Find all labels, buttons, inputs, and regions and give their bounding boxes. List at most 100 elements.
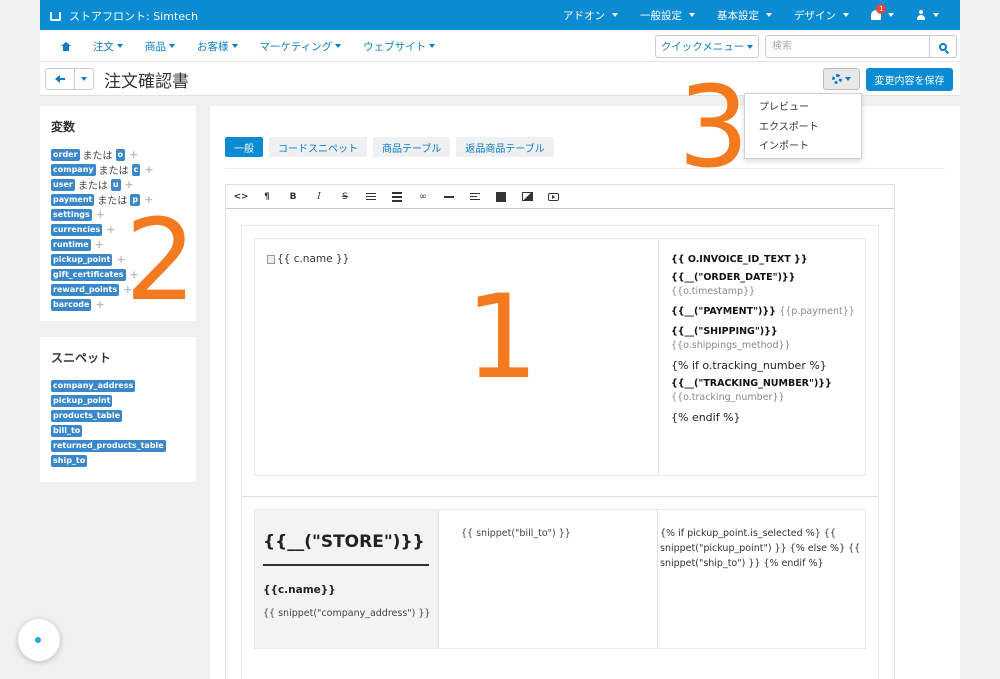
code-view-button[interactable]: <> [228,185,254,209]
top-menu-general-settings[interactable]: 一般設定 [629,8,706,23]
tab-products-table[interactable]: 商品テーブル [373,137,451,157]
nav-products[interactable]: 商品 [134,39,186,54]
expand-plus-icon[interactable]: + [106,223,115,236]
payment-row: {{__("PAYMENT")}} {{p.payment}} [671,305,861,319]
quick-menu-button[interactable]: クイックメニュー [655,35,759,58]
snippet-tag[interactable]: ship_to [51,454,88,467]
horizontal-rule-button[interactable] [436,185,462,209]
nav-marketing[interactable]: マーケティング [249,39,353,54]
invoice-id: {{ O.INVOICE_ID_TEXT }} [671,254,808,265]
back-dropdown-button[interactable] [74,68,94,90]
tab-returned-products-table[interactable]: 返品商品テーブル [456,137,554,157]
nav-label: マーケティング [259,40,333,53]
nav-orders[interactable]: 注文 [82,39,134,54]
chevron-down-icon [612,13,618,17]
chat-widget-button[interactable] [18,619,60,661]
variable-short-tag[interactable]: u [110,178,121,191]
nav-website[interactable]: ウェブサイト [352,39,446,54]
tab-code-snippets[interactable]: コードスニペット [269,137,367,157]
user-menu-button[interactable] [905,10,950,20]
arrow-left-icon [55,75,65,83]
ship-to-snippet: {% if pickup_point.is_selected %} {{ sni… [660,528,861,569]
link-icon: ∞ [419,191,427,202]
variable-tag[interactable]: user [51,178,75,191]
top-menu-basic-settings[interactable]: 基本設定 [706,8,783,23]
snippet-row: bill_to [51,423,196,438]
document-canvas[interactable]: {{ c.name }} {{ O.INVOICE_ID_TEXT }} {{_… [241,225,879,679]
expand-plus-icon[interactable]: + [144,163,153,176]
snippet-tag[interactable]: returned_products_table [51,439,166,452]
variable-tag[interactable]: pickup_point [51,253,113,266]
quick-menu-label: クイックメニュー [660,41,745,53]
back-button[interactable] [45,68,75,90]
snippet-tag[interactable]: pickup_point [51,394,113,407]
variable-or-text: または [98,166,129,177]
variable-tag[interactable]: gift_certificates [51,268,126,281]
strikethrough-button[interactable]: S [332,185,358,209]
tab-general[interactable]: 一般 [225,137,263,157]
nav-home[interactable] [50,41,82,51]
snippet-tag[interactable]: products_table [51,409,123,422]
menu-item-import[interactable]: インポート [745,137,861,157]
expand-plus-icon[interactable]: + [96,208,105,221]
chevron-down-icon [117,44,123,48]
save-changes-button[interactable]: 変更内容を保存 [866,68,953,91]
expand-plus-icon[interactable]: + [95,238,104,251]
bell-icon: 1 [871,4,887,20]
chevron-down-icon [933,13,939,17]
search-input[interactable] [765,35,930,58]
expand-plus-icon[interactable]: + [129,148,138,161]
company-logo: {{ c.name }} [267,253,349,265]
nav-label: 商品 [145,40,166,53]
variable-tag[interactable]: payment [51,193,95,206]
nav-customers[interactable]: お客様 [186,39,249,54]
table-button[interactable] [384,185,410,209]
unordered-list-button[interactable] [358,185,384,209]
video-icon [547,192,559,201]
link-button[interactable]: ∞ [410,185,436,209]
top-menu-addons[interactable]: アドオン [552,8,629,23]
snippet-row: returned_products_table [51,438,196,453]
variable-tag[interactable]: currencies [51,223,103,236]
variable-tag[interactable]: barcode [51,298,92,311]
main-nav: 注文 商品 お客様 マーケティング ウェブサイト クイックメニュー [40,30,960,62]
expand-plus-icon[interactable]: + [125,178,134,191]
user-icon [916,10,926,20]
variable-tag[interactable]: company [51,163,96,176]
variable-or-text: または [82,151,113,162]
video-button[interactable] [540,185,566,209]
expand-plus-icon[interactable]: + [95,298,104,311]
snippets-heading: スニペット [51,351,112,365]
variable-tag[interactable]: settings [51,208,92,221]
variable-tag[interactable]: order [51,148,80,161]
ship-to-cell: {% if pickup_point.is_selected %} {{ sni… [660,510,865,648]
italic-button[interactable]: I [306,185,332,209]
bold-button[interactable]: B [280,185,306,209]
snippet-tag[interactable]: company_address [51,379,136,392]
snippet-tag[interactable]: bill_to [51,424,83,437]
annotation-number: 1 [465,270,539,405]
image-button[interactable] [514,185,540,209]
variable-tag[interactable]: runtime [51,238,91,251]
search-button[interactable] [929,35,957,58]
top-menu: アドオン 一般設定 基本設定 デザイン 1 [552,0,950,30]
variable-short-tag[interactable]: o [115,148,126,161]
top-menu-design[interactable]: デザイン [783,8,860,23]
variable-short-tag[interactable]: c [131,163,141,176]
order-date-label: {{__("ORDER_DATE")}} [671,272,796,283]
cart-icon [50,11,61,21]
tracking-if: {% if o.tracking_number %} [671,359,827,372]
align-icon [470,193,480,200]
menu-item-preview[interactable]: プレビュー [745,98,861,118]
variable-tag[interactable]: reward_points [51,283,120,296]
menu-item-export[interactable]: エクスポート [745,118,861,138]
bold-icon: B [289,191,297,202]
storefront-switcher[interactable]: ストアフロント: Simtech [50,8,198,24]
font-color-button[interactable] [488,185,514,209]
chevron-down-icon [81,77,87,81]
editor-tabs: 一般 コードスニペット 商品テーブル 返品商品テーブル [225,137,554,157]
paragraph-button[interactable]: ¶ [254,185,280,209]
align-button[interactable] [462,185,488,209]
settings-dropdown-button[interactable] [823,68,860,90]
notifications-button[interactable]: 1 [860,4,905,20]
